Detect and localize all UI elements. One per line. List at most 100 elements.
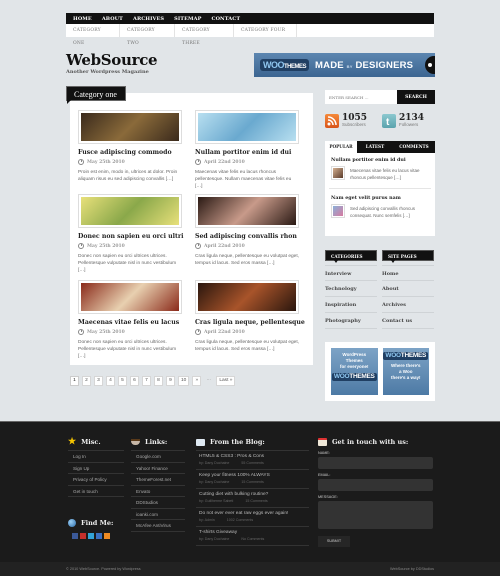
- blog-post-title[interactable]: HTML5 & CSS3 : Pros & Cons: [199, 454, 309, 459]
- rss-icon[interactable]: [325, 114, 339, 128]
- subscriber-label: Subscribers: [342, 122, 366, 127]
- blog-post-comments[interactable]: No Comments: [241, 537, 264, 541]
- facebook-icon[interactable]: [72, 533, 78, 539]
- nav-about[interactable]: ABOUT: [102, 16, 123, 22]
- popular-post-title[interactable]: Nullam portitor enim id dui: [331, 157, 429, 163]
- category-link[interactable]: Inspiration: [325, 297, 377, 313]
- name-field[interactable]: [318, 457, 433, 469]
- ad-woo-way[interactable]: WOOTHEMES Where there's a Woo there's a …: [382, 348, 429, 395]
- search-button[interactable]: SEARCH: [397, 90, 435, 104]
- post-title[interactable]: Cras ligula neque, pellentesque: [195, 319, 305, 326]
- footer-link-privacy[interactable]: Privacy of Policy: [68, 474, 124, 486]
- twitter-icon[interactable]: [88, 533, 94, 539]
- page-link[interactable]: 10: [178, 376, 190, 386]
- page-link[interactable]: 1: [70, 376, 79, 386]
- ad-wordpress-themes[interactable]: WordPress Themes for everyone! WOOTHEMES: [331, 348, 378, 395]
- clock-icon: [195, 243, 201, 249]
- post-thumbnail[interactable]: [195, 110, 299, 144]
- post-title[interactable]: Fusce adipiscing commodo: [78, 149, 187, 156]
- category-link[interactable]: Photography: [325, 313, 377, 329]
- blog-post-comments[interactable]: 15 Comments: [241, 480, 263, 484]
- popular-post-thumb[interactable]: [331, 204, 345, 218]
- post-date: May 25th 2010: [78, 329, 187, 335]
- post-thumbnail[interactable]: [78, 110, 182, 144]
- search-input[interactable]: [325, 90, 397, 104]
- next-page-button[interactable]: »: [192, 376, 202, 386]
- nav-category-three[interactable]: CATEGORY THREE: [175, 24, 234, 46]
- nav-category-two[interactable]: CATEGORY TWO: [120, 24, 175, 46]
- blog-post-comments[interactable]: 15 Comments: [245, 499, 267, 503]
- tab-comments[interactable]: COMMENTS: [393, 141, 435, 153]
- post-title[interactable]: Nullam portitor enim id dui: [195, 149, 304, 156]
- nav-category-four[interactable]: CATEGORY FOUR: [234, 24, 297, 37]
- footer-link[interactable]: DDStudios: [131, 497, 185, 509]
- blog-post[interactable]: T-shirts Giveaway by: Dany Duchaine No Co…: [196, 527, 309, 546]
- site-title: WebSource: [66, 51, 158, 69]
- blog-post-title[interactable]: Cutting diet with bulking routine?: [199, 492, 309, 497]
- post-thumbnail[interactable]: [195, 194, 299, 228]
- category-link[interactable]: Technology: [325, 281, 377, 297]
- popular-post-title[interactable]: Nam eget velit purus nam: [331, 195, 429, 201]
- footer-misc: ★ Misc. Log In Sign Up Privacy of Policy …: [68, 437, 124, 539]
- page-link[interactable]: 7: [142, 376, 151, 386]
- footer-link[interactable]: ioanki.com: [131, 509, 185, 520]
- post-thumbnail[interactable]: [195, 280, 299, 314]
- nav-sitemap[interactable]: SITEMAP: [174, 16, 201, 22]
- rss-icon[interactable]: [104, 533, 110, 539]
- footer-link[interactable]: McAfee AntiVirus: [131, 520, 185, 532]
- nav-contact[interactable]: CONTACT: [212, 16, 241, 22]
- blog-post[interactable]: Do not ever ever eat raw eggs ever again…: [196, 508, 309, 527]
- post-title[interactable]: Sed adipiscing convallis rhon: [195, 233, 304, 240]
- blog-post[interactable]: Cutting diet with bulking routine? by: G…: [196, 489, 309, 508]
- post-title[interactable]: Maecenas vitae felis eu lacus: [78, 319, 187, 326]
- post-date-text: May 25th 2010: [87, 159, 125, 165]
- blog-post[interactable]: Keep your fitness 100% ALWAYS by: Dany D…: [196, 470, 309, 489]
- page-link[interactable]: About: [382, 281, 434, 297]
- page-link[interactable]: 2: [82, 376, 91, 386]
- footer-link[interactable]: ThemeForest.net: [131, 474, 185, 486]
- popular-post-thumb[interactable]: [331, 166, 345, 180]
- blog-post-title[interactable]: T-shirts Giveaway: [199, 530, 309, 535]
- delicious-icon[interactable]: [96, 533, 102, 539]
- site-logo[interactable]: WebSource Another Wordpress Magazine: [66, 51, 158, 75]
- page-link[interactable]: Home: [382, 265, 434, 281]
- clock-icon: [195, 329, 201, 335]
- tab-popular[interactable]: POPULAR: [325, 141, 357, 153]
- blog-post-title[interactable]: Do not ever ever eat raw eggs ever again…: [199, 511, 309, 516]
- page-link[interactable]: 3: [94, 376, 103, 386]
- footer-link[interactable]: Google.com: [131, 451, 185, 463]
- woothemes-banner[interactable]: WOOTHEMES MADE BY DESIGNERS: [254, 53, 435, 77]
- last-page-button[interactable]: Last »: [216, 376, 236, 386]
- tab-latest[interactable]: LATEST: [357, 141, 393, 153]
- page-link[interactable]: 4: [106, 376, 115, 386]
- page-link[interactable]: 6: [130, 376, 139, 386]
- nav-category-one[interactable]: CATEGORY ONE: [66, 24, 120, 46]
- page-link[interactable]: 5: [118, 376, 127, 386]
- footer-link-contact[interactable]: Get in touch: [68, 486, 124, 497]
- post-thumbnail[interactable]: [78, 280, 182, 314]
- message-field[interactable]: [318, 501, 433, 529]
- email-field[interactable]: [318, 479, 433, 491]
- post-title[interactable]: Donec non sapien eu orci ultri: [78, 233, 187, 240]
- nav-archives[interactable]: ARCHIVES: [133, 16, 164, 22]
- credit-link[interactable]: WebSource by DDStudios: [390, 562, 434, 576]
- footer-link-signup[interactable]: Sign Up: [68, 463, 124, 474]
- blog-post-comments[interactable]: 55 Comments: [241, 461, 263, 465]
- twitter-icon[interactable]: t: [382, 114, 396, 128]
- category-link[interactable]: Interview: [325, 265, 377, 281]
- post-thumbnail[interactable]: [78, 194, 182, 228]
- page-link[interactable]: Archives: [382, 297, 434, 313]
- footer-link[interactable]: Envato: [131, 486, 185, 497]
- blog-post[interactable]: HTML5 & CSS3 : Pros & Cons by: Dany Duch…: [196, 451, 309, 470]
- footer-link-login[interactable]: Log In: [68, 451, 124, 463]
- page-link[interactable]: Contact us: [382, 313, 434, 329]
- page-link[interactable]: 9: [166, 376, 175, 386]
- footer-link[interactable]: Yahoo! Finance: [131, 463, 185, 474]
- blog-post-title[interactable]: Keep your fitness 100% ALWAYS: [199, 473, 309, 478]
- nav-home[interactable]: HOME: [73, 16, 92, 22]
- page-link[interactable]: 8: [154, 376, 163, 386]
- youtube-icon[interactable]: [80, 533, 86, 539]
- submit-button[interactable]: SUBMIT: [318, 535, 350, 547]
- blog-post-comments[interactable]: 1002 Comments: [227, 518, 253, 522]
- copyright-bar: © 2010 WebSource. Powered by Wordpress W…: [0, 562, 500, 576]
